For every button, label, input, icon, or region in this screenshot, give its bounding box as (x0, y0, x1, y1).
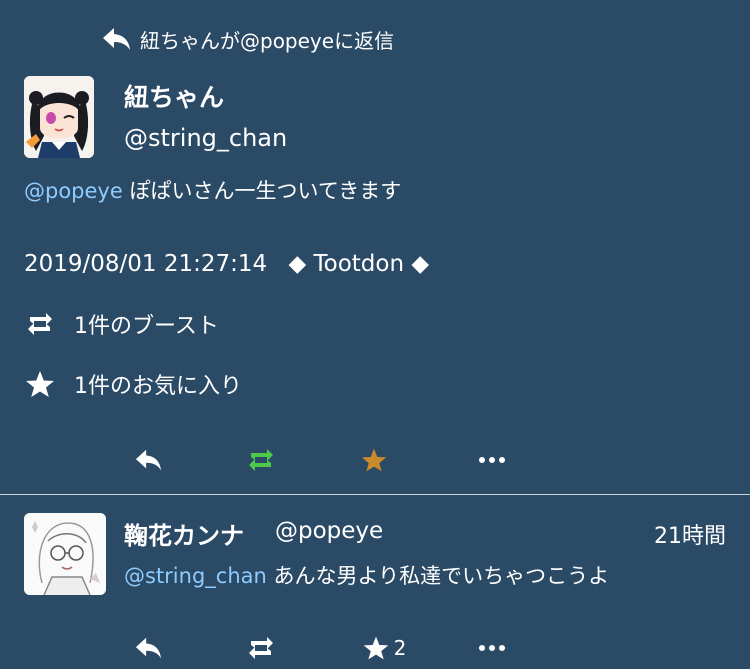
reply-content: @string_chan あんな男より私達でいちゃつこうよ (124, 560, 609, 590)
reply-icon (103, 28, 130, 50)
boost-count-row[interactable]: 1件のブースト (24, 308, 219, 340)
favourite-count: 2 (393, 636, 407, 660)
reply-display-name[interactable]: 鞠花カンナ (124, 516, 244, 551)
reply-avatar[interactable] (24, 513, 106, 595)
reply-icon (135, 449, 161, 471)
reply-button[interactable] (128, 442, 168, 478)
favourite-count-row[interactable]: 1件のお気に入り (24, 368, 242, 400)
avatar-image (24, 76, 94, 158)
status-content: @popeye ぽぱいさん一生ついてきます (24, 175, 401, 205)
status-via[interactable]: ◆ Tootdon ◆ (289, 251, 430, 277)
more-icon (479, 645, 505, 651)
boost-button[interactable] (241, 442, 281, 478)
avatar[interactable] (24, 76, 94, 158)
reply-favourite-button[interactable]: 2 (358, 630, 410, 666)
reply-text: あんな男より私達でいちゃつこうよ (266, 564, 610, 588)
reply-icon (135, 637, 161, 659)
reply-reply-button[interactable] (128, 630, 168, 666)
reply-mention-link[interactable]: @string_chan (124, 564, 267, 588)
handle[interactable]: @string_chan (124, 124, 287, 152)
reply-context[interactable]: 紐ちゃんが@popeyeに返信 (100, 22, 394, 56)
reply-timestamp: 21時間 (654, 524, 726, 549)
boost-icon (28, 313, 52, 335)
reply-avatar-image (24, 513, 106, 595)
more-icon (479, 457, 505, 463)
reply-more-button[interactable] (472, 630, 512, 666)
favourite-button[interactable] (354, 442, 394, 478)
star-icon (363, 636, 388, 660)
status-date: 2019/08/01 21:27:14 (24, 251, 268, 277)
star-icon (26, 371, 54, 397)
reply-context-text: 紐ちゃんが@popeyeに返信 (140, 28, 395, 53)
display-name[interactable]: 紐ちゃん (124, 78, 224, 114)
divider (0, 494, 750, 495)
status-text: ぽぱいさん一生ついてきます (122, 179, 402, 203)
reply-boost-button[interactable] (241, 630, 281, 666)
star-icon (361, 448, 387, 472)
status-meta: 2019/08/01 21:27:14 ◆ Tootdon ◆ (24, 251, 429, 277)
boost-icon (249, 449, 273, 471)
reply-handle[interactable]: @popeye (275, 518, 383, 544)
favourite-count-label: 1件のお気に入り (74, 374, 242, 399)
boost-count-label: 1件のブースト (74, 314, 219, 339)
boost-icon (249, 637, 273, 659)
mention-link[interactable]: @popeye (24, 179, 123, 203)
more-button[interactable] (472, 442, 512, 478)
